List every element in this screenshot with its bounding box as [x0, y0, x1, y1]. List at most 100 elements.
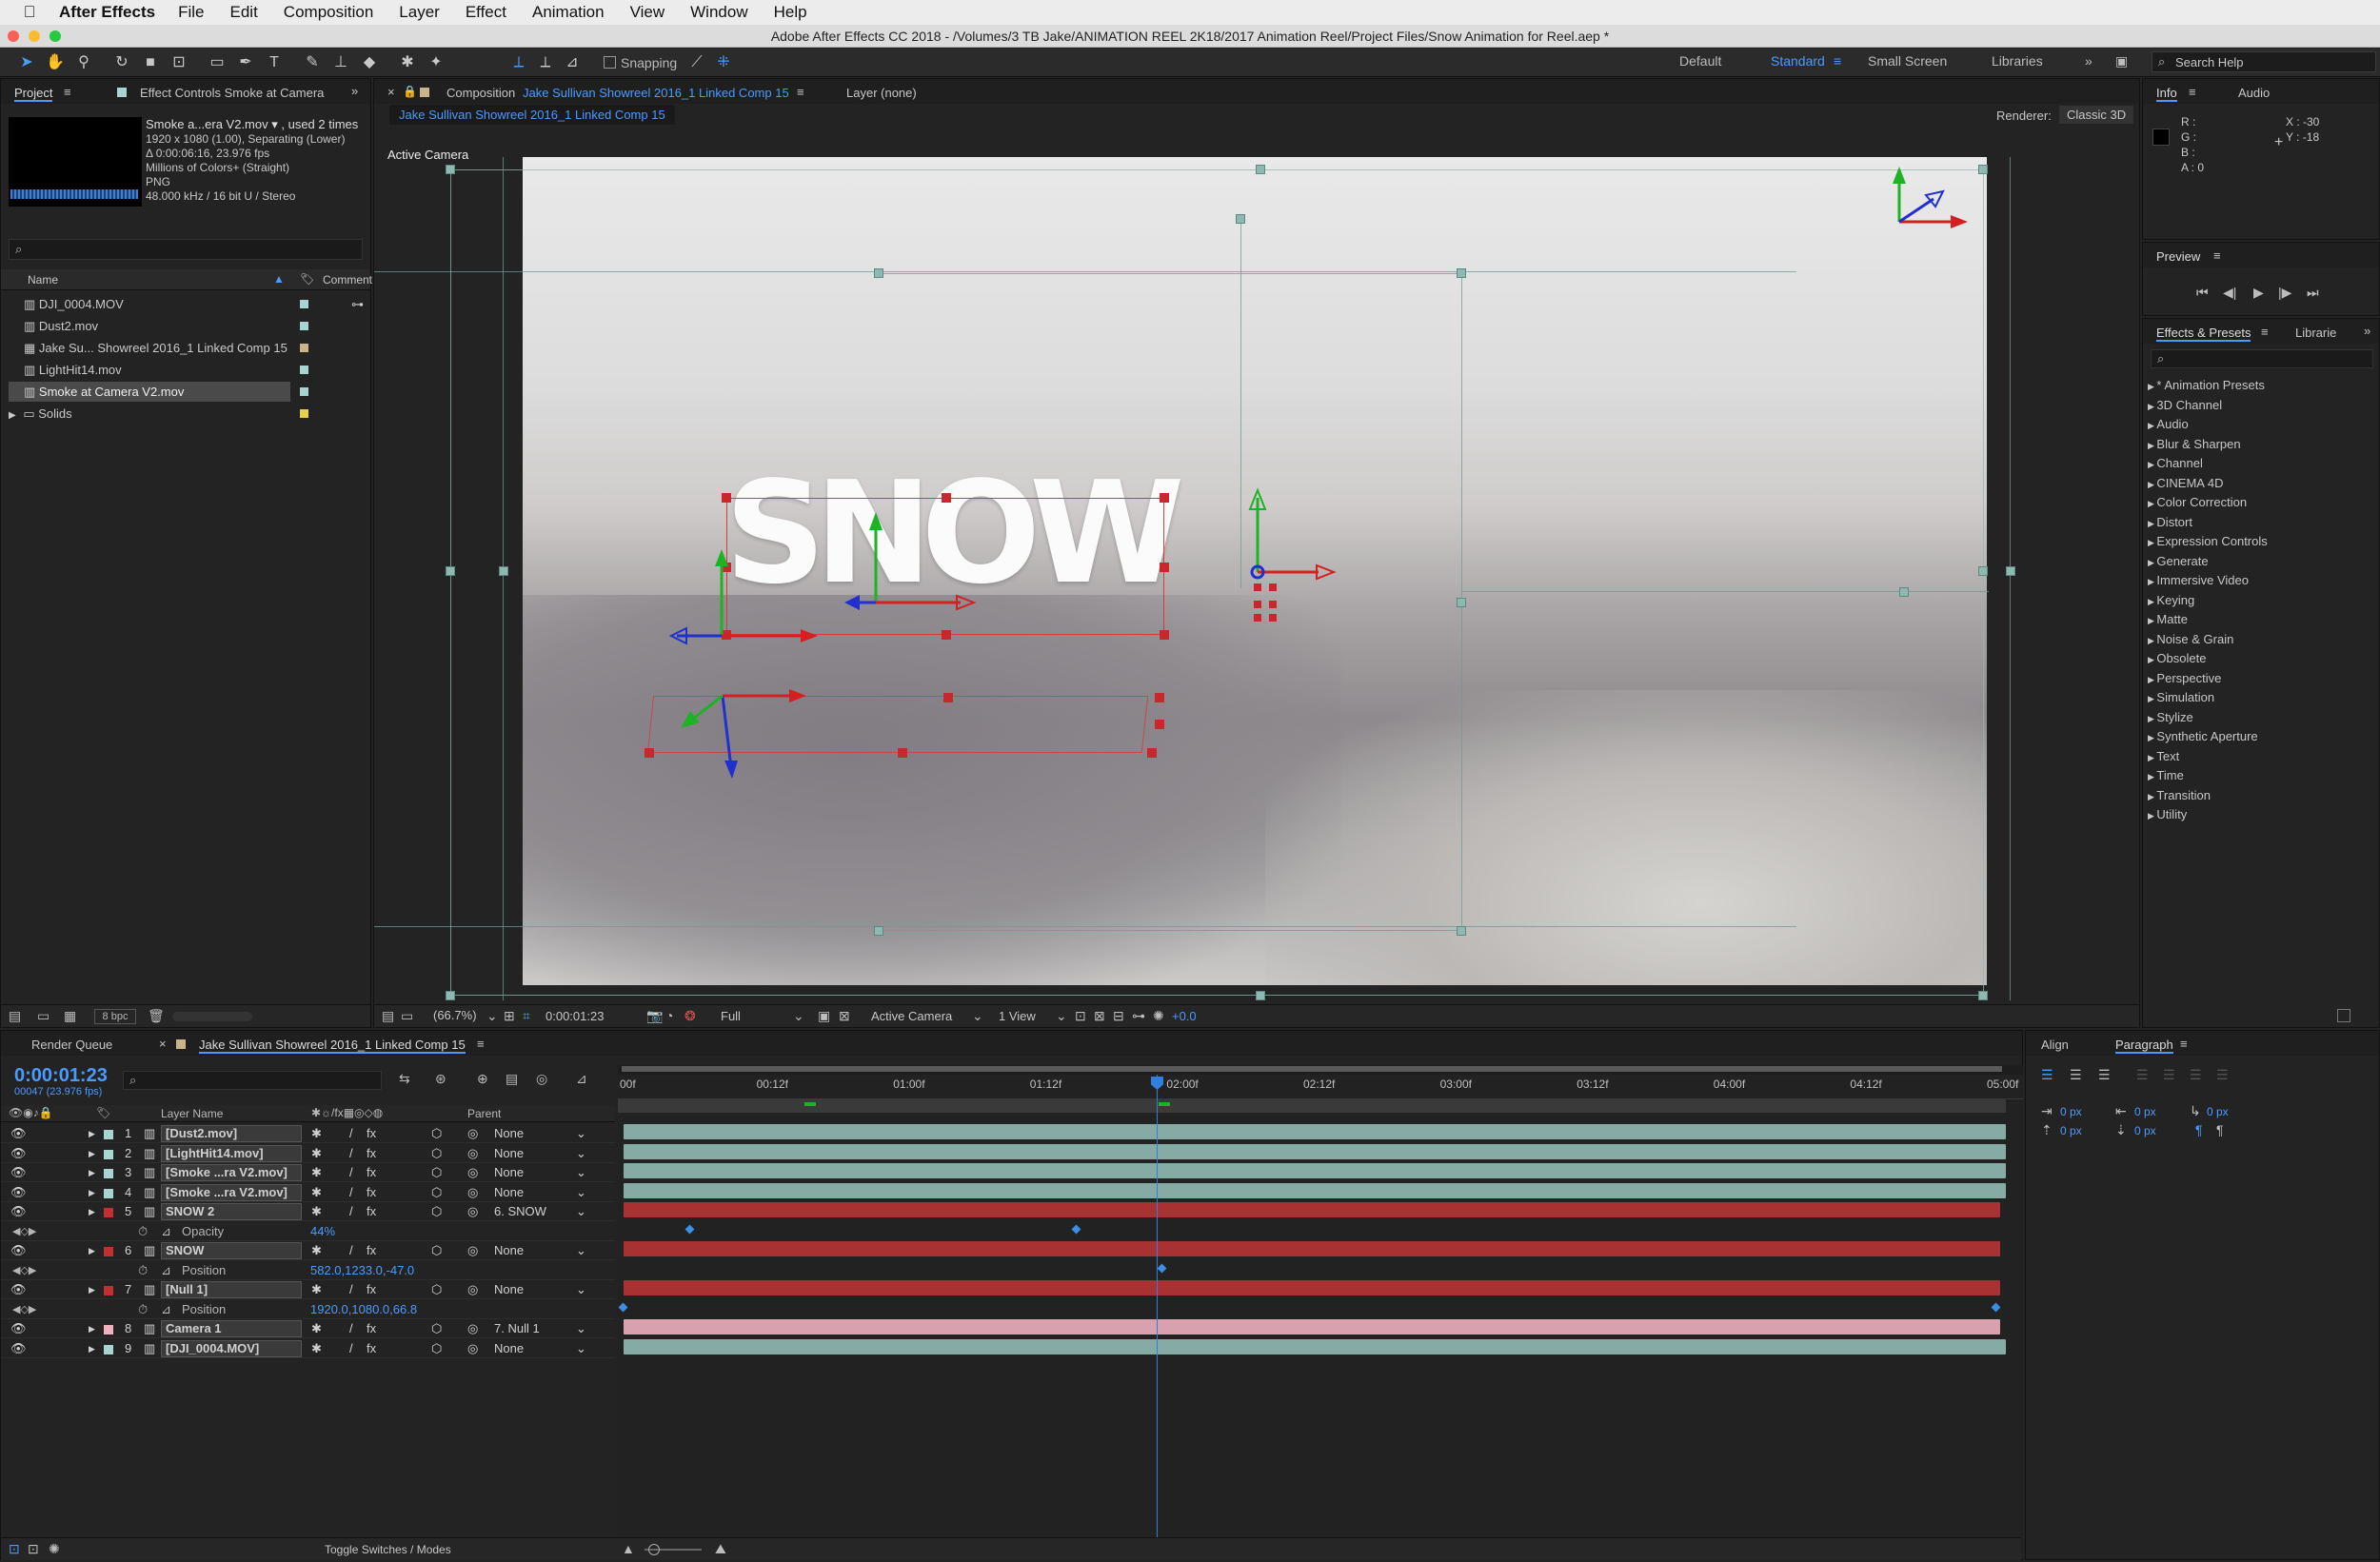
parent-dropdown[interactable]: None — [494, 1339, 589, 1358]
layer-name[interactable]: [Dust2.mov] — [161, 1125, 302, 1142]
exposure-value[interactable]: +0.0 — [1172, 1009, 1197, 1023]
fx-switch-icon[interactable]: fx — [367, 1280, 376, 1299]
disclosure-triangle-icon[interactable]: ▶ — [89, 1280, 95, 1299]
panel-menu-icon[interactable]: ≡ — [2180, 1037, 2188, 1051]
shy-switch-icon[interactable]: ✱ — [311, 1163, 322, 1182]
disclosure-triangle-icon[interactable]: ▶ — [2148, 460, 2156, 469]
in-out-icon[interactable]: ✺ — [49, 1541, 60, 1557]
puppet-pin-tool-icon[interactable]: ✦ — [426, 54, 446, 71]
previous-frame-icon[interactable]: ◀| — [2223, 285, 2236, 301]
tab-timeline-comp[interactable]: Jake Sullivan Showreel 2016_1 Linked Com… — [199, 1038, 466, 1054]
disclosure-triangle-icon[interactable]: ▶ — [89, 1124, 95, 1143]
disclosure-triangle-icon[interactable]: ▶ — [89, 1163, 95, 1182]
fx-switch-icon[interactable]: fx — [367, 1339, 376, 1358]
tab-render-queue[interactable]: Render Queue — [31, 1038, 112, 1052]
quality-switch-icon[interactable]: / — [349, 1280, 353, 1299]
label-swatch[interactable] — [104, 1247, 113, 1256]
current-time-indicator[interactable] — [1157, 1075, 1158, 1559]
disclosure-triangle-icon[interactable]: ▶ — [2148, 753, 2156, 762]
flowchart-icon[interactable]: ⊶ — [351, 294, 364, 314]
type-tool-icon[interactable]: T — [265, 54, 284, 71]
shy-switch-icon[interactable]: ✱ — [311, 1183, 322, 1202]
column-layer-name[interactable]: Layer Name — [161, 1107, 223, 1120]
dropdown-arrow-icon[interactable]: ⌄ — [576, 1319, 586, 1338]
pick-whip-icon[interactable]: ◎ — [467, 1202, 478, 1221]
work-area-strip[interactable] — [618, 1099, 2006, 1113]
new-composition-icon[interactable]: ▦ — [64, 1008, 76, 1024]
panel-layout-icon[interactable]: ▣ — [2115, 53, 2128, 69]
clone-stamp-tool-icon[interactable]: ⊥ — [331, 54, 350, 71]
fx-switch-icon[interactable]: fx — [367, 1183, 376, 1202]
zoom-in-icon[interactable]: ⛰ — [715, 1541, 726, 1557]
pick-whip-icon[interactable]: ◎ — [467, 1319, 478, 1338]
disclosure-triangle-icon[interactable]: ▶ — [2148, 655, 2156, 664]
fx-switch-icon[interactable]: fx — [367, 1144, 376, 1163]
effects-category[interactable]: ▶ Distort — [2148, 515, 2192, 529]
parent-dropdown[interactable]: None — [494, 1280, 589, 1299]
snow2-axis-gizmo-icon[interactable] — [668, 549, 818, 645]
layer-row[interactable]: 👁 ▶ 6 ▥ SNOW ✱ / fx ⬡ ◎ None ⌄ — [1, 1241, 615, 1260]
label-swatch[interactable] — [104, 1286, 113, 1295]
quality-switch-icon[interactable]: / — [349, 1124, 353, 1143]
magnification-dropdown[interactable]: (66.7%) — [433, 1008, 477, 1022]
project-item[interactable]: ▥ DJI_0004.MOV ⊶ — [9, 294, 364, 314]
eye-icon[interactable]: 👁 — [10, 1339, 27, 1358]
snapping-checkbox[interactable] — [604, 56, 616, 69]
3d-layer-switch-icon[interactable]: ⬡ — [431, 1280, 442, 1299]
play-icon[interactable]: ▶ — [2253, 285, 2264, 301]
layer-name[interactable]: [Smoke ...ra V2.mov] — [161, 1183, 302, 1201]
property-value[interactable]: 1920.0,1080.0,66.8 — [310, 1300, 417, 1319]
disclosure-triangle-icon[interactable]: ▶ — [89, 1339, 95, 1358]
layer-row[interactable]: 👁 ▶ 4 ▥ [Smoke ...ra V2.mov] ✱ / fx ⬡ ◎ None ⌄ — [1, 1183, 615, 1202]
quality-switch-icon[interactable]: / — [349, 1339, 353, 1358]
menu-effect[interactable]: Effect — [466, 3, 506, 22]
effects-category[interactable]: ▶ Stylize — [2148, 710, 2193, 724]
shy-switch-icon[interactable]: ✱ — [311, 1202, 322, 1221]
layer-duration-bar[interactable] — [624, 1182, 2006, 1198]
3d-layer-switch-icon[interactable]: ⬡ — [431, 1319, 442, 1338]
zoom-tool-icon[interactable]: ⚲ — [74, 54, 93, 71]
disclosure-triangle-icon[interactable]: ▶ — [2148, 441, 2156, 450]
fx-switch-icon[interactable]: fx — [367, 1124, 376, 1143]
fast-previews-icon[interactable]: ⊠ — [1094, 1008, 1105, 1024]
first-frame-icon[interactable]: ⏮ — [2196, 285, 2209, 301]
layer-duration-bar[interactable] — [624, 1124, 2006, 1139]
label-swatch[interactable] — [300, 409, 308, 418]
keyframe-nav-icon[interactable]: ◀◇▶ — [12, 1300, 36, 1319]
quality-switch-icon[interactable]: / — [349, 1183, 353, 1202]
layer-row[interactable]: 👁 ▶ 7 ▥ [Null 1] ✱ / fx ⬡ ◎ None ⌄ — [1, 1280, 615, 1299]
trash-icon[interactable]: 🗑 — [148, 1008, 165, 1024]
dropdown-arrow-icon[interactable]: ⌄ — [972, 1008, 983, 1024]
world-axis-icon[interactable]: ⟂ — [536, 54, 555, 71]
disclosure-triangle-icon[interactable]: ▶ — [2148, 538, 2156, 547]
keyframe-icon[interactable] — [618, 1302, 628, 1312]
fx-switch-icon[interactable]: fx — [367, 1241, 376, 1260]
layer-duration-bar[interactable] — [624, 1338, 2006, 1354]
work-area-range[interactable] — [622, 1066, 2002, 1072]
effects-category[interactable]: ▶ Time — [2148, 768, 2184, 782]
menu-edit[interactable]: Edit — [230, 3, 258, 22]
brush-tool-icon[interactable]: ✎ — [303, 54, 322, 71]
dropdown-arrow-icon[interactable]: ⌄ — [576, 1202, 586, 1221]
effects-category[interactable]: ▶ Channel — [2148, 456, 2203, 470]
disclosure-triangle-icon[interactable]: ▶ — [2148, 694, 2156, 703]
layer-name[interactable]: SNOW 2 — [161, 1203, 302, 1220]
menu-file[interactable]: File — [178, 3, 204, 22]
tab-info[interactable]: Info — [2156, 86, 2177, 102]
parent-dropdown[interactable]: 6. SNOW — [494, 1202, 589, 1221]
current-time-display[interactable]: 0:00:01:23 — [545, 1009, 604, 1023]
disclosure-triangle-icon[interactable]: ▶ — [2148, 480, 2156, 489]
more-workspaces-icon[interactable]: » — [2085, 53, 2092, 69]
time-ruler[interactable]: 00f 00:12f 01:00f 01:12f 02:00f 02:12f 03:00f 0… — [618, 1075, 2023, 1099]
exposure-reset-icon[interactable]: ✺ — [1153, 1008, 1164, 1024]
tab-align[interactable]: Align — [2041, 1038, 2069, 1052]
parent-dropdown[interactable]: None — [494, 1144, 589, 1163]
new-bin-icon[interactable] — [2337, 1009, 2350, 1022]
workspace-default[interactable]: Default — [1679, 53, 1721, 69]
property-row[interactable]: ◀◇▶ ⏱ ⊿ Position 1920.0,1080.0,66.8 — [1, 1300, 615, 1319]
selection-tool-icon[interactable]: ➤ — [17, 54, 36, 71]
eraser-tool-icon[interactable]: ◆ — [360, 54, 379, 71]
disclosure-triangle-icon[interactable]: ▶ — [2148, 616, 2156, 625]
label-swatch[interactable] — [104, 1208, 113, 1217]
camera-view-dropdown[interactable]: Active Camera — [871, 1009, 952, 1023]
